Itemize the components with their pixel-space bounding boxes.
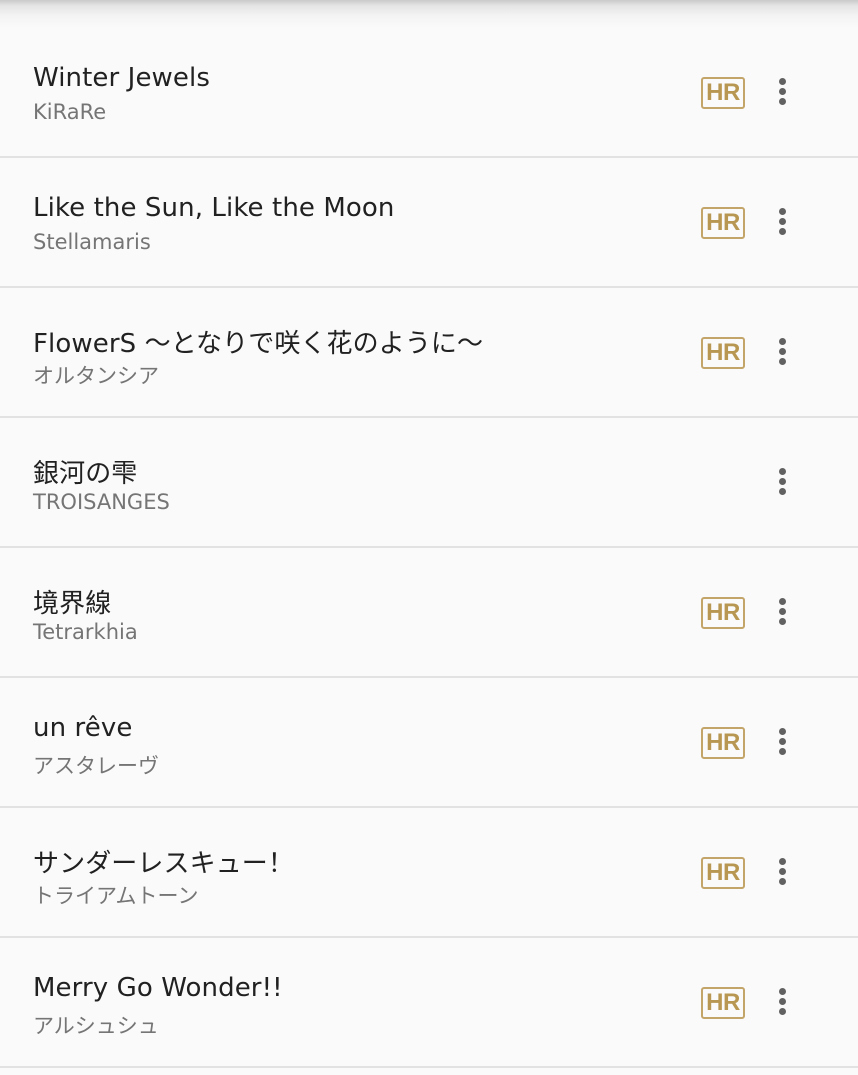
song-artist: Stellamaris [33, 230, 151, 254]
more-vert-icon[interactable] [768, 334, 798, 370]
song-row[interactable]: Like the Sun, Like the Moon Stellamaris … [0, 158, 858, 288]
song-row[interactable]: サンダーレスキュー！ トライアムトーン HR [0, 808, 858, 938]
song-title: Winter Jewels [33, 63, 210, 93]
hr-badge: HR [701, 987, 745, 1019]
more-vert-icon[interactable] [768, 724, 798, 760]
song-row[interactable]: 境界線 Tetrarkhia HR [0, 548, 858, 678]
hr-badge: HR [701, 727, 745, 759]
song-title: Merry Go Wonder!! [33, 973, 283, 1003]
song-artist: KiRaRe [33, 100, 107, 124]
song-title: FlowerS 〜となりで咲く花のように〜 [33, 329, 484, 359]
more-vert-icon[interactable] [768, 984, 798, 1020]
song-title: サンダーレスキュー！ [33, 849, 295, 879]
song-list: Winter Jewels KiRaRe HR Like the Sun, Li… [0, 28, 858, 1068]
more-vert-icon[interactable] [768, 464, 798, 500]
song-row[interactable]: Winter Jewels KiRaRe HR [0, 28, 858, 158]
song-title: Like the Sun, Like the Moon [33, 193, 395, 223]
hr-badge: HR [701, 857, 745, 889]
more-vert-icon[interactable] [768, 594, 798, 630]
more-vert-icon[interactable] [768, 74, 798, 110]
song-artist: アルシュシュ [33, 1014, 159, 1038]
hr-badge: HR [701, 337, 745, 369]
more-vert-icon[interactable] [768, 854, 798, 890]
song-artist: Tetrarkhia [33, 620, 138, 644]
song-row[interactable]: 銀河の雫 TROISANGES [0, 418, 858, 548]
song-row[interactable]: Merry Go Wonder!! アルシュシュ HR [0, 938, 858, 1068]
hr-badge: HR [701, 207, 745, 239]
song-title: un rêve [33, 713, 133, 743]
song-artist: オルタンシア [33, 364, 159, 388]
app-bar-shadow [0, 0, 858, 28]
song-artist: TROISANGES [33, 490, 170, 514]
song-row[interactable]: FlowerS 〜となりで咲く花のように〜 オルタンシア HR [0, 288, 858, 418]
song-row[interactable]: un rêve アスタレーヴ HR [0, 678, 858, 808]
hr-badge: HR [701, 597, 745, 629]
more-vert-icon[interactable] [768, 204, 798, 240]
song-artist: アスタレーヴ [33, 754, 159, 778]
song-title: 境界線 [33, 589, 112, 619]
song-title: 銀河の雫 [33, 459, 138, 489]
song-artist: トライアムトーン [33, 884, 199, 908]
hr-badge: HR [701, 77, 745, 109]
